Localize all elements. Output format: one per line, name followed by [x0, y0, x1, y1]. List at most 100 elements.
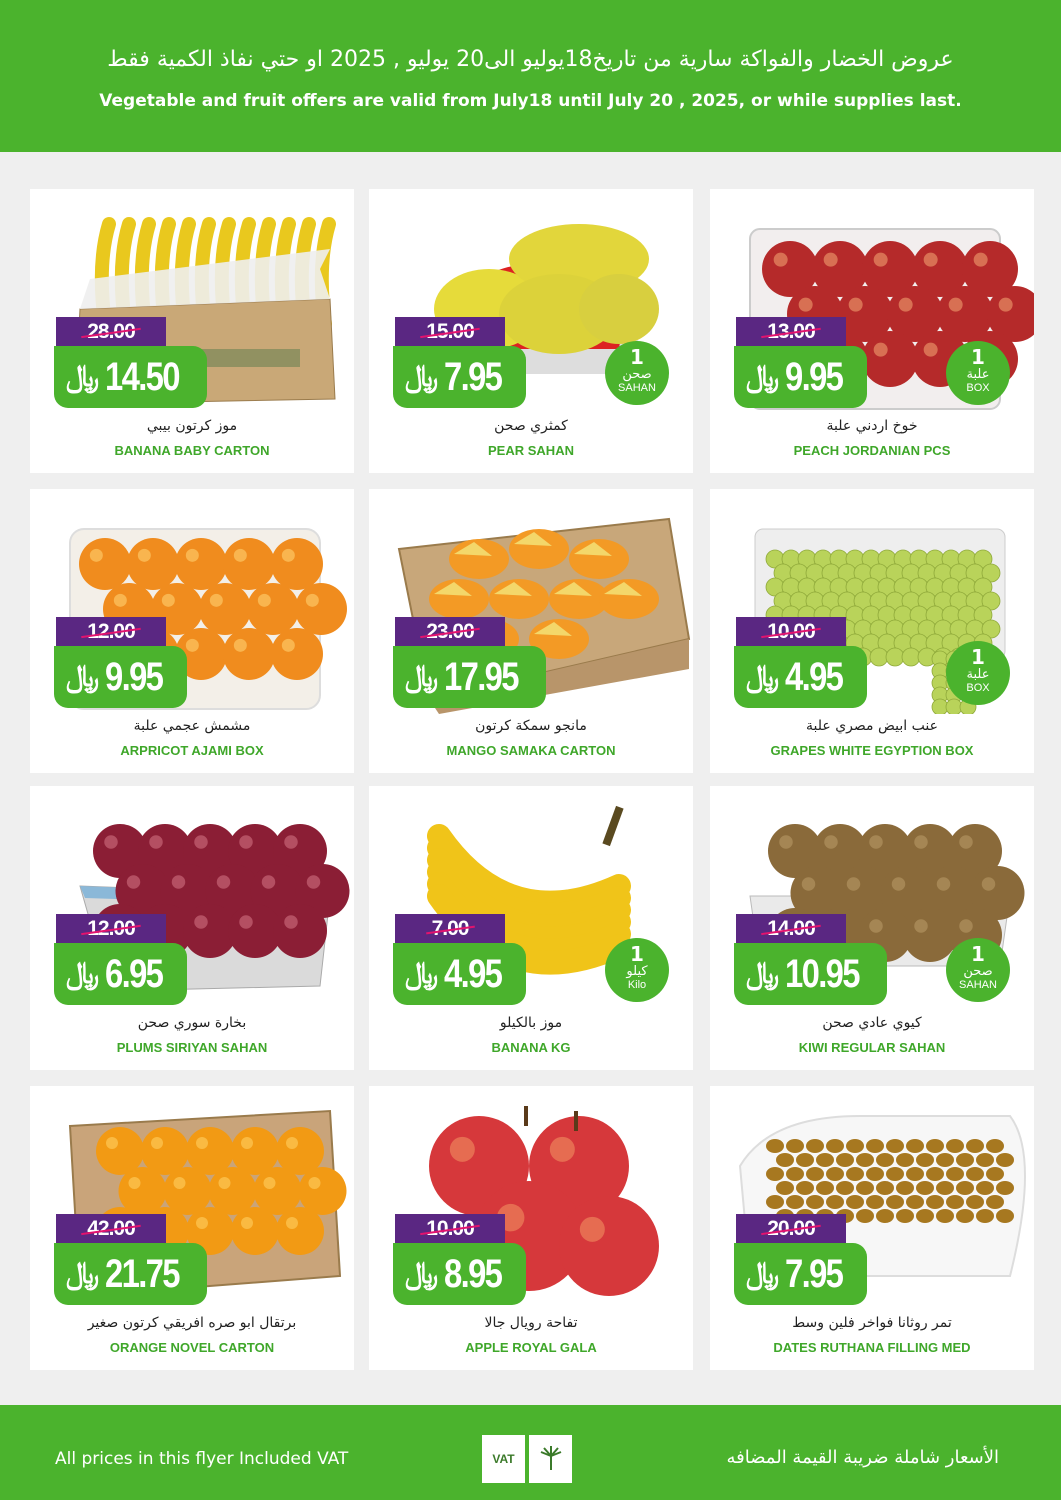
- unit-count: 1: [630, 345, 644, 369]
- riyal-currency-icon: ﷼: [746, 956, 780, 991]
- old-price: 14.00: [736, 914, 846, 943]
- riyal-currency-icon: ﷼: [405, 1256, 439, 1291]
- product-card[interactable]: 28.00 ﷼ 14.50 موز كرتون بيبي BANANA BABY CAR…: [30, 189, 354, 473]
- new-price-tag: ﷼ 9.95: [734, 346, 868, 408]
- unit-badge: 1 علبة BOX: [946, 641, 1010, 705]
- unit-english: SAHAN: [618, 382, 656, 394]
- product-name-arabic: خوخ اردني علبة: [826, 418, 918, 434]
- product-name-arabic: برتقال ابو صره افريقي كرتون صغير: [87, 1315, 297, 1331]
- unit-badge: 1 علبة BOX: [946, 341, 1010, 405]
- product-name-english: APPLE ROYAL GALA: [465, 1340, 597, 1355]
- unit-english: BOX: [966, 382, 990, 394]
- riyal-currency-icon: ﷼: [405, 956, 439, 991]
- new-price: 4.95: [444, 952, 503, 996]
- product-name-english: BANANA BABY CARTON: [114, 443, 270, 458]
- old-price: 12.00: [56, 617, 166, 646]
- new-price-tag: ﷼ 4.95: [393, 943, 527, 1005]
- old-price: 10.00: [736, 617, 846, 646]
- product-name-english: GRAPES WHITE EGYPTION BOX: [770, 743, 974, 758]
- authority-logo: [529, 1435, 572, 1483]
- product-name-arabic: تمر روثانا فواخر فلين وسط: [792, 1315, 952, 1331]
- palm-icon: [540, 1446, 561, 1470]
- unit-english: Kilo: [627, 979, 647, 991]
- new-price: 4.95: [785, 655, 844, 699]
- new-price: 9.95: [105, 655, 164, 699]
- product-card[interactable]: 7.00 ﷼ 4.95 1 كيلو Kilo موز بالكيلو BANANA KG: [369, 786, 693, 1070]
- offer-validity-arabic: عروض الخضار والفواكة سارية من تاريخ18يول…: [107, 47, 954, 72]
- old-price: 7.00: [395, 914, 505, 943]
- riyal-currency-icon: ﷼: [66, 359, 100, 394]
- product-name-arabic: مشمش عجمي علبة: [133, 718, 251, 734]
- product-name-english: BANANA KG: [491, 1040, 571, 1055]
- unit-count: 1: [971, 942, 985, 966]
- product-name-arabic: موز بالكيلو: [499, 1015, 563, 1031]
- product-name-english: DATES RUTHANA FILLING MED: [773, 1340, 971, 1355]
- product-card[interactable]: 42.00 ﷼ 21.75 برتقال ابو صره افريقي كرتون ص…: [30, 1086, 354, 1370]
- product-card[interactable]: 10.00 ﷼ 8.95 تفاحة رويال جالا APPLE ROYAL GA…: [369, 1086, 693, 1370]
- product-card[interactable]: 20.00 ﷼ 7.95 تمر روثانا فواخر فلين وسط DATES…: [710, 1086, 1034, 1370]
- new-price-tag: ﷼ 21.75: [54, 1243, 208, 1305]
- unit-arabic: علبة: [966, 367, 990, 382]
- product-name-english: PEACH JORDANIAN PCS: [793, 443, 951, 458]
- product-name-arabic: عنب ابيض مصري علبة: [806, 718, 938, 734]
- new-price-tag: ﷼ 8.95: [393, 1243, 527, 1305]
- new-price-tag: ﷼ 9.95: [54, 646, 188, 708]
- unit-badge: 1 صحن SAHAN: [946, 938, 1010, 1002]
- riyal-currency-icon: ﷼: [66, 1256, 100, 1291]
- new-price: 14.50: [105, 355, 181, 399]
- unit-english: SAHAN: [959, 979, 997, 991]
- product-card[interactable]: 12.00 ﷼ 9.95 مشمش عجمي علبة ARPRICOT AJAMI B…: [30, 489, 354, 773]
- unit-arabic: كيلو: [626, 964, 648, 979]
- new-price-tag: ﷼ 10.95: [734, 943, 888, 1005]
- product-name-english: PEAR SAHAN: [488, 443, 574, 458]
- product-card[interactable]: 10.00 ﷼ 4.95 1 علبة BOX عنب ابيض مصري علبة GRAP…: [710, 489, 1034, 773]
- unit-arabic: صحن: [963, 964, 993, 979]
- vat-logo: VAT: [482, 1435, 525, 1483]
- new-price: 21.75: [105, 1252, 181, 1296]
- new-price: 6.95: [105, 952, 164, 996]
- new-price: 17.95: [444, 655, 520, 699]
- unit-count: 1: [971, 345, 985, 369]
- riyal-currency-icon: ﷼: [66, 659, 100, 694]
- new-price-tag: ﷼ 14.50: [54, 346, 208, 408]
- product-name-english: ARPRICOT AJAMI BOX: [120, 743, 264, 758]
- riyal-currency-icon: ﷼: [746, 659, 780, 694]
- new-price-tag: ﷼ 6.95: [54, 943, 188, 1005]
- riyal-currency-icon: ﷼: [405, 359, 439, 394]
- footer-logos: VAT: [482, 1435, 572, 1483]
- product-card[interactable]: 13.00 ﷼ 9.95 1 علبة BOX خوخ اردني علبة PEACH JO…: [710, 189, 1034, 473]
- unit-count: 1: [971, 645, 985, 669]
- offer-validity-english: Vegetable and fruit offers are valid fro…: [99, 91, 962, 111]
- product-card[interactable]: 15.00 ﷼ 7.95 1 صحن SAHAN كمثري صحن PEAR SAHAN: [369, 189, 693, 473]
- unit-count: 1: [630, 942, 644, 966]
- unit-arabic: علبة: [966, 667, 990, 682]
- new-price-tag: ﷼ 17.95: [393, 646, 547, 708]
- offer-banner: عروض الخضار والفواكة سارية من تاريخ18يول…: [0, 0, 1061, 152]
- product-name-arabic: كيوي عادي صحن: [822, 1015, 922, 1031]
- product-card[interactable]: 12.00 ﷼ 6.95 بخارة سوري صحن PLUMS SIRIYAN SA…: [30, 786, 354, 1070]
- vat-logo-text: VAT: [492, 1452, 515, 1466]
- new-price-tag: ﷼ 7.95: [734, 1243, 868, 1305]
- product-card[interactable]: 14.00 ﷼ 10.95 1 صحن SAHAN كيوي عادي صحن KIWI RE…: [710, 786, 1034, 1070]
- product-name-arabic: تفاحة رويال جالا: [484, 1315, 578, 1331]
- new-price: 8.95: [444, 1252, 503, 1296]
- new-price: 10.95: [785, 952, 861, 996]
- riyal-currency-icon: ﷼: [746, 1256, 780, 1291]
- old-price: 15.00: [395, 317, 505, 346]
- product-name-english: KIWI REGULAR SAHAN: [798, 1040, 946, 1055]
- riyal-currency-icon: ﷼: [746, 359, 780, 394]
- product-name-english: PLUMS SIRIYAN SAHAN: [116, 1040, 268, 1055]
- new-price-tag: ﷼ 7.95: [393, 346, 527, 408]
- riyal-currency-icon: ﷼: [66, 956, 100, 991]
- product-name-english: ORANGE NOVEL CARTON: [109, 1340, 275, 1355]
- new-price-tag: ﷼ 4.95: [734, 646, 868, 708]
- product-card[interactable]: 23.00 ﷼ 17.95 مانجو سمكة كرتون MANGO SAMAKA …: [369, 489, 693, 773]
- riyal-currency-icon: ﷼: [405, 659, 439, 694]
- old-price: 13.00: [736, 317, 846, 346]
- vat-notice-english: All prices in this flyer Included VAT: [55, 1449, 349, 1469]
- product-name-arabic: بخارة سوري صحن: [137, 1015, 247, 1031]
- old-price: 28.00: [56, 317, 166, 346]
- unit-arabic: صحن: [622, 367, 652, 382]
- product-name-arabic: موز كرتون بيبي: [146, 418, 238, 434]
- new-price: 9.95: [785, 355, 844, 399]
